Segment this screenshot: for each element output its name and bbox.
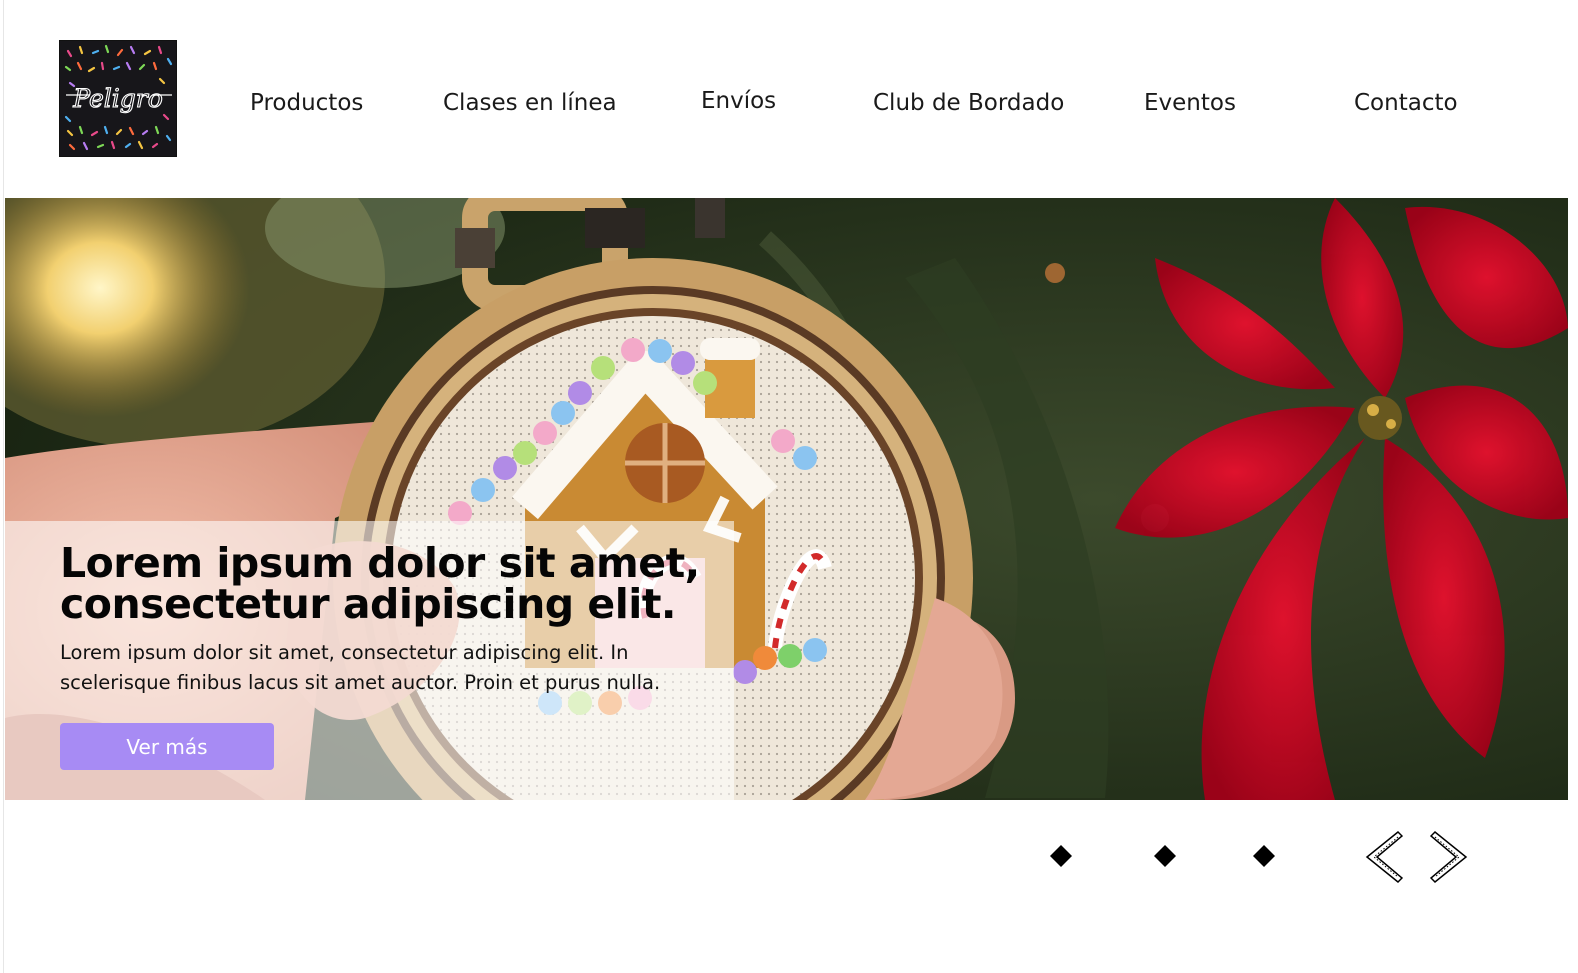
- carousel-dot-1[interactable]: [1050, 845, 1072, 867]
- hero-description: Lorem ipsum dolor sit amet, consectetur …: [60, 641, 661, 694]
- logo-graphic: Peligro: [60, 41, 176, 156]
- carousel-dot-2[interactable]: [1154, 845, 1176, 867]
- hero-banner: Lorem ipsum dolor sit amet, consectetur …: [5, 198, 1568, 800]
- ver-mas-button[interactable]: Ver más: [60, 723, 274, 770]
- nav-contacto[interactable]: Contacto: [1354, 88, 1458, 118]
- nav-club-de-bordado[interactable]: Club de Bordado: [873, 88, 1064, 118]
- hero-title: Lorem ipsum dolor sit amet, consectetur …: [60, 539, 700, 628]
- carousel-dot-3[interactable]: [1253, 845, 1275, 867]
- chevron-right-icon[interactable]: [1430, 830, 1468, 884]
- nav-productos[interactable]: Productos: [250, 88, 363, 118]
- logo[interactable]: Peligro: [60, 41, 176, 156]
- logo-wordmark: Peligro: [72, 84, 163, 113]
- page: Peligro Productos Clases en línea Envíos…: [0, 0, 1578, 973]
- nav-eventos[interactable]: Eventos: [1144, 88, 1236, 118]
- nav-clases-en-linea[interactable]: Clases en línea: [443, 88, 617, 118]
- chevron-left-icon[interactable]: [1365, 830, 1403, 884]
- page-border: [3, 0, 4, 973]
- nav-envios[interactable]: Envíos: [701, 86, 776, 116]
